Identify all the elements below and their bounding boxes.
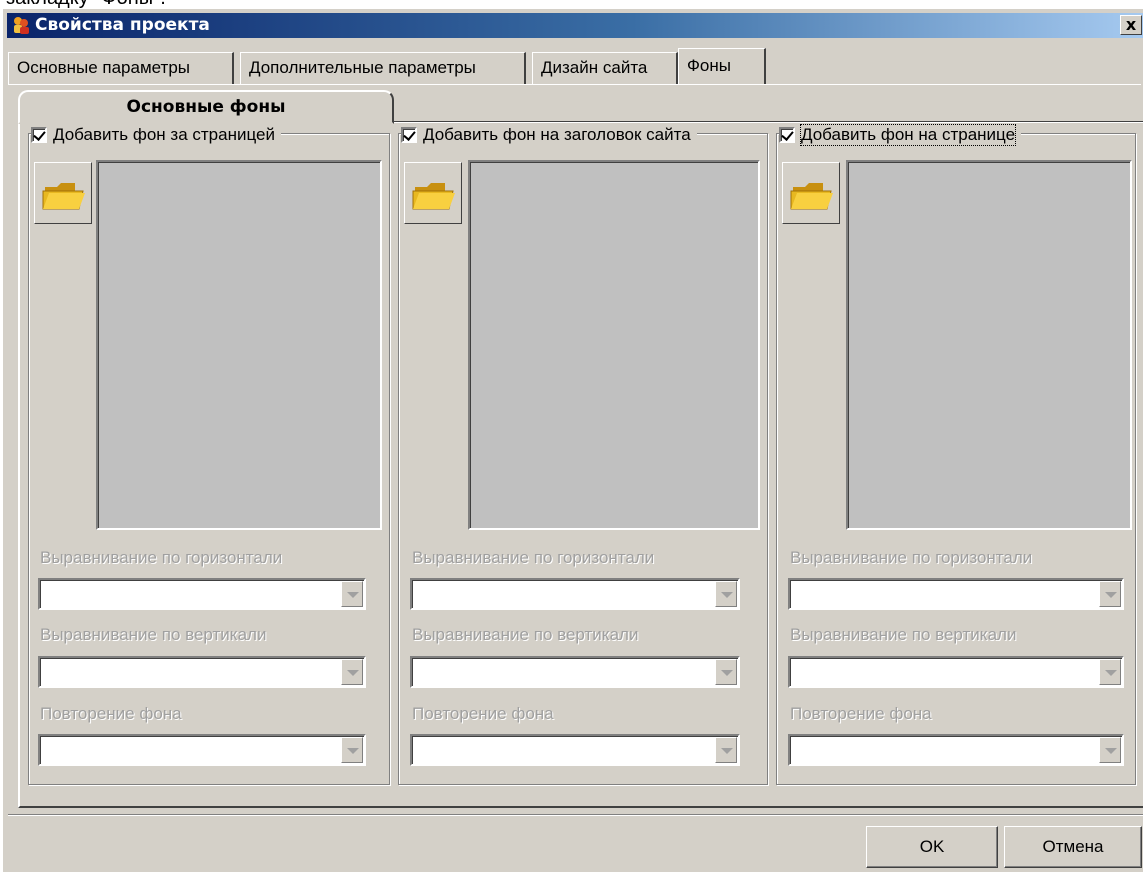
add-background-on-page-checkbox-label[interactable]: Добавить фон на странице [799,124,1017,146]
h-align-select[interactable] [788,578,1124,610]
cancel-button[interactable]: Отмена [1004,826,1142,868]
checkbox-checked-icon[interactable] [779,127,795,143]
h-align-select[interactable] [410,578,740,610]
chevron-down-icon[interactable] [715,659,737,685]
h-align-label: Выравнивание по горизонтали [412,548,655,567]
h-align-label: Выравнивание по горизонтали [40,548,283,567]
repeat-label: Повторение фона [40,704,182,723]
v-align-label: Выравнивание по вертикали [412,625,639,644]
open-folder-button[interactable] [34,162,92,224]
checkbox-checked-icon[interactable] [401,127,417,143]
image-preview [468,160,760,530]
checkbox-row[interactable]: Добавить фон за страницей [31,125,281,145]
h-align-select[interactable] [38,578,366,610]
window-title: Свойства проекта [35,15,210,35]
close-icon: x [1125,15,1137,34]
checkbox-checked-icon[interactable] [31,127,47,143]
v-align-select[interactable] [788,656,1124,688]
v-align-label: Выравнивание по вертикали [790,625,1017,644]
open-folder-button[interactable] [782,162,840,224]
tab-backgrounds[interactable]: Фоны [678,48,766,84]
close-button[interactable]: x [1120,15,1142,35]
tab-site-design[interactable]: Дизайн сайта [532,52,678,84]
chevron-down-icon[interactable] [1099,581,1121,607]
v-align-label: Выравнивание по вертикали [40,625,267,644]
chevron-down-icon[interactable] [341,659,363,685]
tab-panel-border [8,84,1141,85]
repeat-select[interactable] [410,734,740,766]
chevron-down-icon[interactable] [1099,659,1121,685]
add-background-header-checkbox-label[interactable]: Добавить фон на заголовок сайта [423,125,691,145]
repeat-select[interactable] [38,734,366,766]
repeat-label: Повторение фона [790,704,932,723]
tab-additional-params[interactable]: Дополнительные параметры [240,52,526,84]
chevron-down-icon[interactable] [715,737,737,763]
chevron-down-icon[interactable] [341,581,363,607]
add-background-behind-page-checkbox-label[interactable]: Добавить фон за страницей [53,125,275,145]
folder-open-icon [412,183,455,210]
chevron-down-icon[interactable] [1099,737,1121,763]
open-folder-button[interactable] [404,162,462,224]
checkbox-row[interactable]: Добавить фон на странице [779,124,1022,146]
ok-button[interactable]: OK [866,826,998,868]
chevron-down-icon[interactable] [341,737,363,763]
tab-main-backgrounds[interactable]: Основные фоны [18,90,394,124]
checkbox-row[interactable]: Добавить фон на заголовок сайта [401,125,697,145]
repeat-label: Повторение фона [412,704,554,723]
title-bar[interactable]: Свойства проекта x [7,13,1143,38]
tab-basic-params[interactable]: Основные параметры [8,52,234,84]
v-align-select[interactable] [38,656,366,688]
image-preview [846,160,1132,530]
h-align-label: Выравнивание по горизонтали [790,548,1033,567]
v-align-select[interactable] [410,656,740,688]
inner-tab-line [394,121,1143,122]
repeat-select[interactable] [788,734,1124,766]
folder-open-icon [42,183,85,210]
image-preview [96,160,382,530]
folder-open-icon [790,183,833,210]
chevron-down-icon[interactable] [715,581,737,607]
footer-separator [8,814,1143,816]
app-people-icon [14,17,29,34]
